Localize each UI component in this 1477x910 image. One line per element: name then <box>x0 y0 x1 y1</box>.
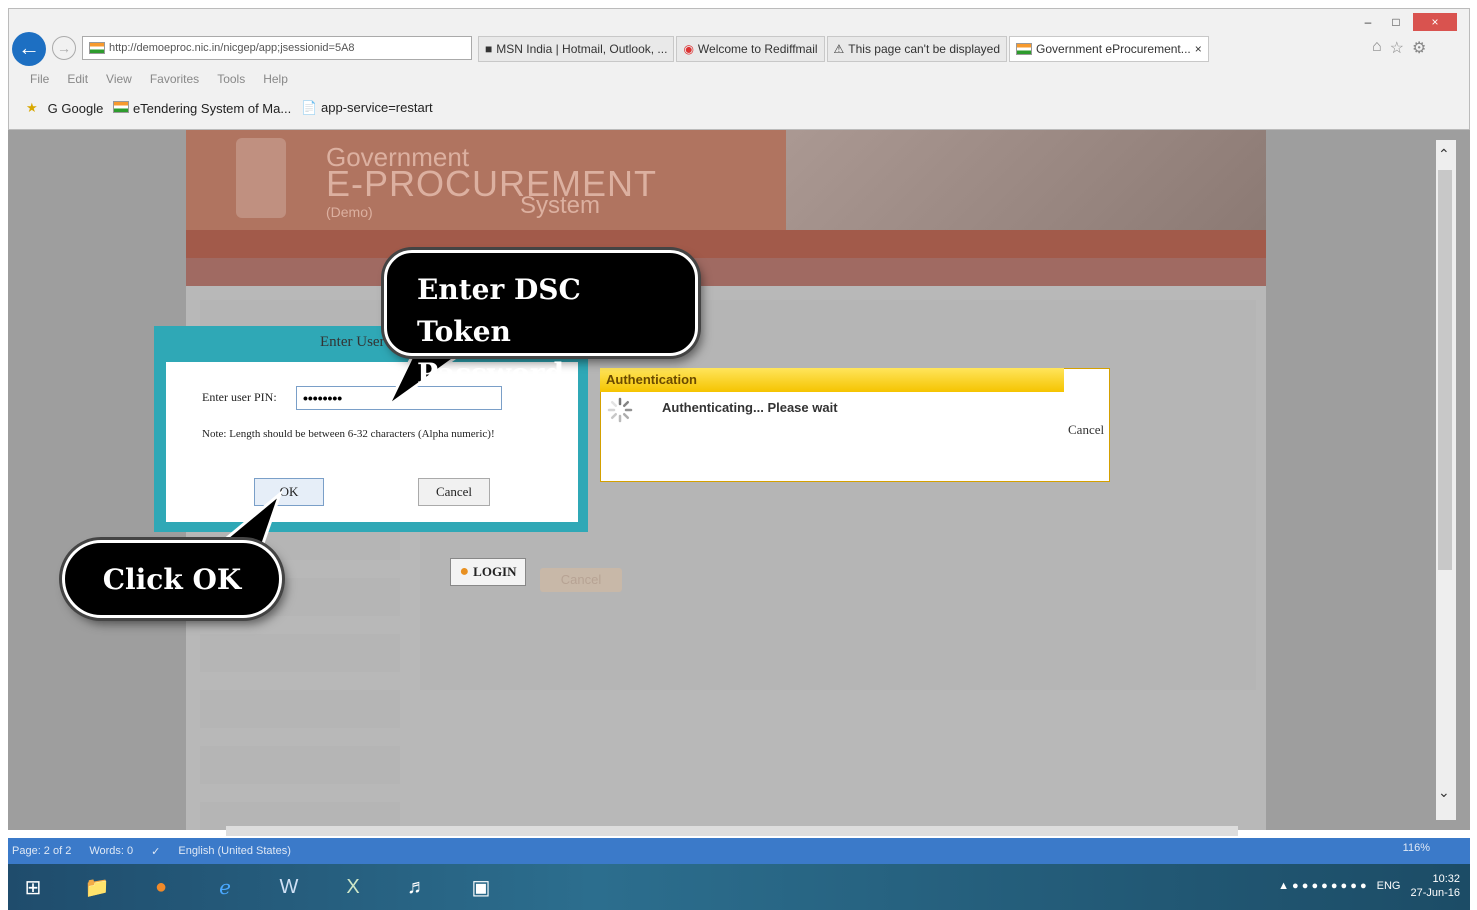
word-icon[interactable]: W <box>264 867 314 907</box>
tab-error[interactable]: ⚠ This page can't be displayed <box>826 36 1008 62</box>
pin-label: Enter user PIN: <box>202 390 277 404</box>
site-sub-bar <box>186 258 1266 286</box>
word-status-bar: Page: 2 of 2 Words: 0 ✓ English (United … <box>8 838 1470 864</box>
pin-dialog-title: Enter User <box>320 334 385 350</box>
clock[interactable]: 10:32 27-Jun-16 <box>1410 872 1460 900</box>
favorites-bar: ★ G Google eTendering System of Ma... 📄 … <box>26 100 433 116</box>
fav-app-service[interactable]: 📄 app-service=restart <box>301 100 432 116</box>
pin-cancel-button[interactable]: Cancel <box>418 478 490 506</box>
login-label: LOGIN <box>473 564 517 579</box>
fav-label: eTendering System of Ma... <box>132 100 292 116</box>
tab-close-icon[interactable]: × <box>1195 42 1202 56</box>
fav-etendering[interactable]: eTendering System of Ma... <box>113 100 292 116</box>
maximize-icon[interactable]: □ <box>1385 13 1407 31</box>
zoom-level[interactable]: 116% <box>1403 842 1430 854</box>
login-button[interactable]: ● LOGIN <box>450 558 526 586</box>
tab-eprocurement[interactable]: Government eProcurement... × <box>1009 36 1209 62</box>
horizontal-scrollbar[interactable] <box>226 826 1238 836</box>
menu-file[interactable]: File <box>30 72 49 86</box>
sidebar-item[interactable] <box>200 634 400 672</box>
tray-icons[interactable]: ▲ ● ● ● ● ● ● ● ● <box>1278 880 1367 892</box>
close-icon[interactable]: × <box>1413 13 1457 31</box>
tab-strip: ■ MSN India | Hotmail, Outlook, ... ◉ Welc… <box>478 36 1348 62</box>
page-icon: 📄 <box>301 100 318 115</box>
clock-date: 27-Jun-16 <box>1410 887 1460 899</box>
authentication-message: Authenticating... Please wait <box>662 400 838 415</box>
language-indicator[interactable]: ENG <box>1377 880 1401 892</box>
site-nav-bar <box>186 230 1266 258</box>
minimize-icon[interactable]: – <box>1357 13 1379 31</box>
callout-click-ok: Click OK <box>62 540 282 618</box>
error-page-icon: ⚠ <box>833 42 845 56</box>
browser-right-icons: ⌂ ☆ ⚙ <box>1372 38 1426 58</box>
msn-icon: ■ <box>485 42 493 56</box>
tab-msn[interactable]: ■ MSN India | Hotmail, Outlook, ... <box>478 36 675 62</box>
excel-icon[interactable]: X <box>328 867 378 907</box>
tab-rediffmail[interactable]: ◉ Welcome to Rediffmail <box>676 36 825 62</box>
rediff-icon: ◉ <box>683 42 694 56</box>
google-icon: G <box>47 100 58 116</box>
login-cancel-button[interactable]: Cancel <box>540 568 622 592</box>
window-controls: – □ × <box>1357 9 1457 35</box>
home-icon[interactable]: ⌂ <box>1372 38 1382 58</box>
internet-explorer-icon[interactable]: e <box>200 867 250 907</box>
headphones-icon[interactable]: ♬ <box>392 867 442 907</box>
callout-enter-token: Enter DSC Token Password <box>384 250 698 390</box>
fav-label: Google <box>61 100 104 116</box>
menu-edit[interactable]: Edit <box>67 72 88 86</box>
loading-spinner-icon <box>607 397 633 423</box>
user-icon: ● <box>459 563 470 580</box>
certificate-table-header <box>600 484 1240 504</box>
site-system-tag: System <box>520 192 601 219</box>
favorites-star-icon[interactable]: ★ <box>26 100 38 116</box>
sidebar-item[interactable] <box>200 746 400 784</box>
menu-view[interactable]: View <box>106 72 132 86</box>
tab-label: Welcome to Rediffmail <box>697 42 818 56</box>
address-bar[interactable]: http://demoeproc.nic.in/nicgep/app;jsess… <box>82 36 472 60</box>
fav-label: app-service=restart <box>321 100 433 115</box>
address-text: http://demoeproc.nic.in/nicgep/app;jsess… <box>109 42 355 54</box>
scrollbar-thumb[interactable] <box>1438 170 1452 570</box>
start-windows-icon[interactable]: ⊞ <box>8 867 58 907</box>
site-demo-tag: (Demo) <box>326 204 373 220</box>
clock-time: 10:32 <box>1432 873 1460 885</box>
language-status[interactable]: English (United States) <box>178 845 291 857</box>
word-count[interactable]: Words: 0 <box>89 845 133 857</box>
scroll-down-icon[interactable]: ⌄ <box>1438 784 1450 801</box>
forward-button[interactable]: → <box>52 36 76 60</box>
etender-flag-icon <box>113 100 130 113</box>
menu-bar: File Edit View Favorites Tools Help <box>30 72 288 86</box>
pin-note: Note: Length should be between 6-32 char… <box>202 428 495 440</box>
fav-google[interactable]: G Google <box>48 101 104 116</box>
firefox-icon[interactable]: ● <box>136 867 186 907</box>
menu-help[interactable]: Help <box>263 72 288 86</box>
authentication-title: Authentication <box>600 368 1064 392</box>
window-app-icon[interactable]: ▣ <box>456 867 506 907</box>
sidebar-item[interactable] <box>200 690 400 728</box>
file-explorer-icon[interactable]: 📁 <box>72 867 122 907</box>
menu-tools[interactable]: Tools <box>217 72 245 86</box>
system-tray: ▲ ● ● ● ● ● ● ● ● ENG 10:32 27-Jun-16 <box>1278 872 1460 900</box>
tab-label: MSN India | Hotmail, Outlook, ... <box>496 42 668 56</box>
back-button[interactable]: ← <box>12 32 46 66</box>
taskbar: ⊞ 📁 ● e W X ♬ ▣ ▲ ● ● ● ● ● ● ● ● ENG 10… <box>8 864 1470 910</box>
proofing-icon[interactable]: ✓ <box>151 845 160 858</box>
national-emblem-icon <box>236 138 286 218</box>
authentication-cancel-button[interactable]: Cancel <box>1068 422 1104 438</box>
gear-icon[interactable]: ⚙ <box>1412 38 1426 58</box>
site-flag-icon <box>89 42 105 54</box>
scroll-up-icon[interactable]: ⌃ <box>1438 146 1450 163</box>
page-count[interactable]: Page: 2 of 2 <box>12 845 71 857</box>
eproc-flag-icon <box>1016 43 1033 55</box>
menu-favorites[interactable]: Favorites <box>150 72 199 86</box>
certificate-table-row[interactable] <box>600 508 1240 530</box>
tab-label: This page can't be displayed <box>848 42 1001 56</box>
site-subtitle: E-PROCUREMENT <box>326 163 658 204</box>
tab-label: Government eProcurement... <box>1036 42 1191 56</box>
star-icon[interactable]: ☆ <box>1390 38 1404 58</box>
